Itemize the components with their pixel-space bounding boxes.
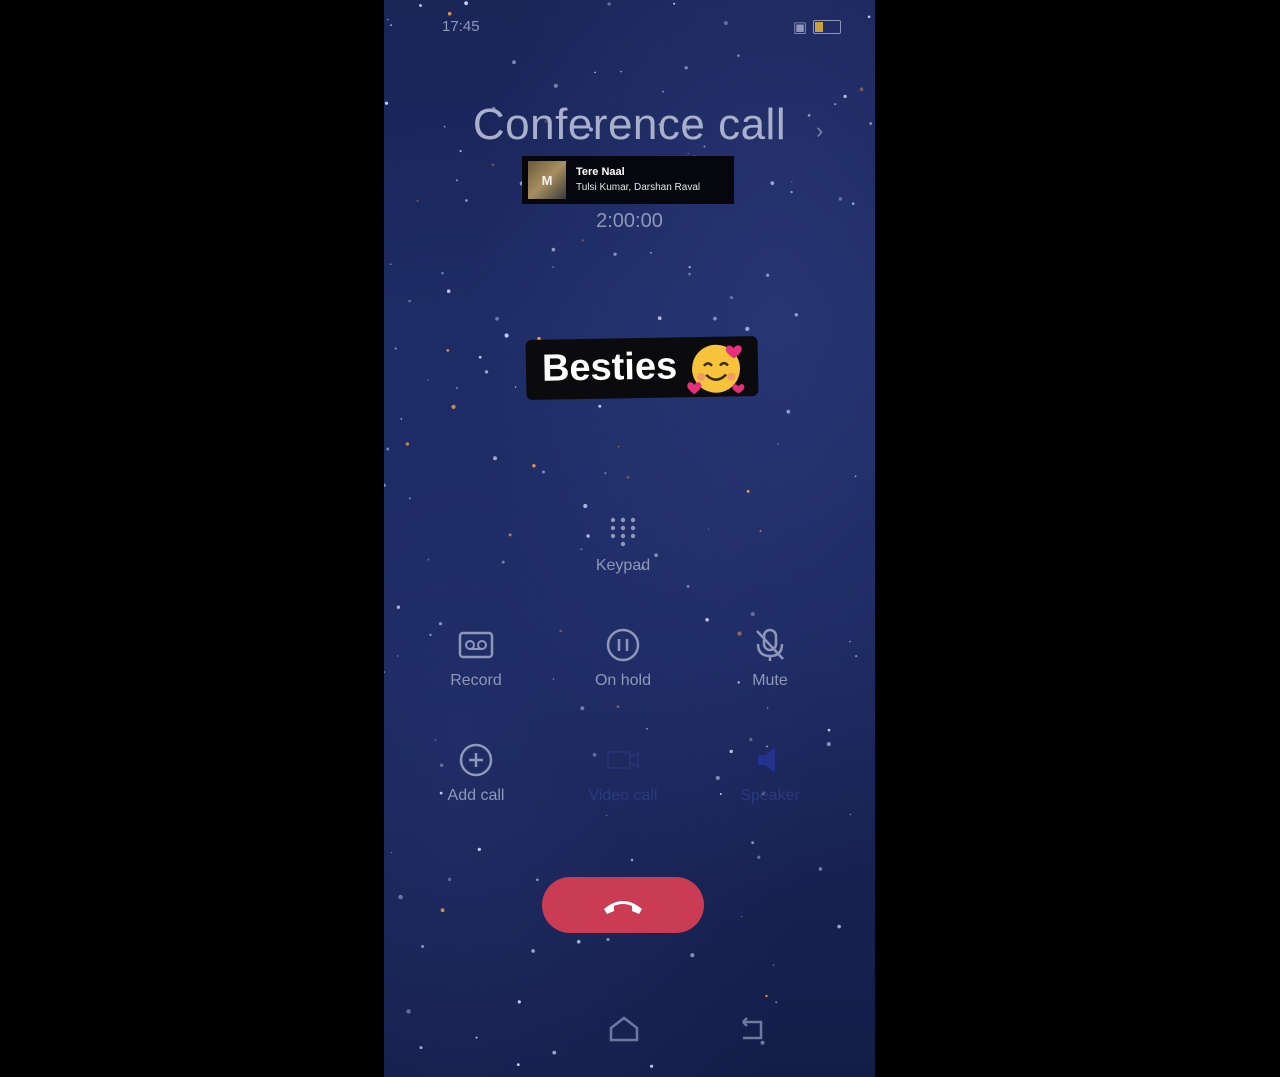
call-title[interactable]: Conference call [384,100,875,150]
smiling-face-with-hearts-icon [687,344,745,395]
end-call-button[interactable] [542,877,704,933]
hold-label: On hold [594,672,652,689]
back-icon[interactable] [737,1014,767,1044]
music-overlay: M Tere Naal Tulsi Kumar, Darshan Raval [522,156,734,204]
mute-label: Mute [752,672,788,689]
hold-button[interactable]: On hold [563,628,683,690]
record-label: Record [450,672,502,689]
song-title: Tere Naal [576,166,625,178]
album-art: M [528,161,566,199]
video-camera-icon [607,751,639,769]
keypad-button[interactable]: Keypad [563,515,683,575]
status-time: 17:45 [442,18,480,35]
record-icon [458,631,494,659]
mute-button[interactable]: Mute [710,628,830,690]
add-circle-icon [459,743,493,777]
call-duration: 2:00:00 [596,210,663,232]
speaker-icon [758,747,775,773]
status-icons: ▣ [793,18,841,36]
add-call-label: Add call [447,787,505,804]
hang-up-icon [604,901,642,914]
add-call-button[interactable]: Add call [416,743,536,805]
speaker-button[interactable]: Speaker [710,743,830,805]
sticker-text: Besties [541,345,678,390]
song-artist: Tulsi Kumar, Darshan Raval [576,182,701,193]
notification-icon: ▣ [792,19,807,36]
speaker-label: Speaker [740,787,800,804]
mute-microphone-icon [756,628,784,661]
keypad-label: Keypad [595,557,651,574]
keypad-icon [610,517,636,547]
record-button[interactable]: Record [416,628,536,690]
pause-circle-icon [606,628,640,662]
video-call-button[interactable]: Video call [563,743,683,805]
video-call-label: Video call [588,787,658,804]
music-info: Tere Naal Tulsi Kumar, Darshan Raval [576,164,700,196]
battery-icon [813,20,841,34]
chevron-right-icon[interactable]: › [816,118,823,144]
phone-screen: 17:45 ▣ Conference call › M Tere Naal Tu… [384,0,875,1077]
home-icon[interactable] [608,1014,640,1044]
besties-sticker: Besties [525,335,759,401]
